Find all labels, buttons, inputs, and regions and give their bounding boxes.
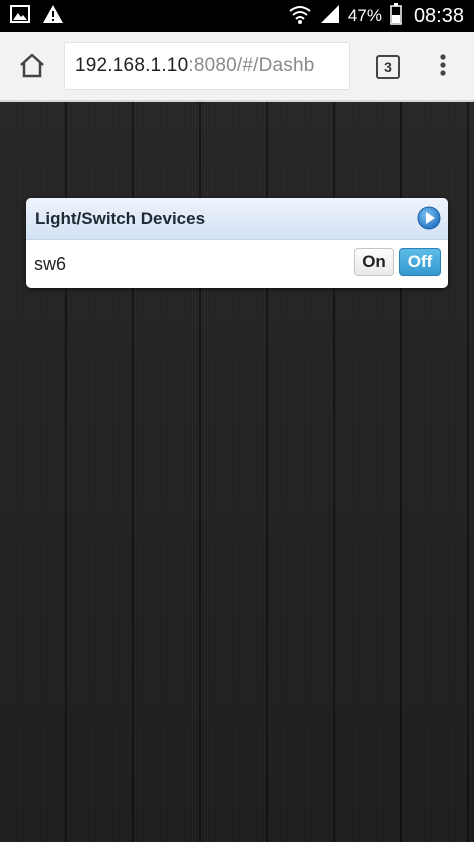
- panel-title: Light/Switch Devices: [35, 208, 206, 228]
- status-left: [10, 4, 64, 29]
- home-button[interactable]: [14, 50, 50, 86]
- light-switch-panel: Light/Switch Devices sw6 On Off: [26, 198, 448, 288]
- off-button[interactable]: Off: [399, 248, 441, 276]
- url-bar[interactable]: 192.168.1.10:8080/#/Dashb: [64, 42, 350, 90]
- panel-header: Light/Switch Devices: [26, 198, 448, 240]
- overflow-menu-button[interactable]: [432, 51, 454, 83]
- image-icon: [10, 4, 30, 28]
- status-right: 47% 08:38: [288, 2, 464, 30]
- battery-icon: [390, 2, 402, 30]
- url-host: 192.168.1.10: [75, 55, 189, 76]
- on-off-toggle: On Off: [354, 248, 441, 276]
- clock: 08:38: [413, 4, 464, 27]
- tab-count: 3: [384, 59, 392, 75]
- home-icon: [18, 52, 46, 85]
- tabs-icon: 3: [376, 55, 400, 79]
- wifi-icon: [288, 4, 312, 29]
- tabs-button[interactable]: 3: [372, 51, 404, 83]
- browser-toolbar: 192.168.1.10:8080/#/Dashb 3: [0, 32, 474, 102]
- status-bar: 47% 08:38: [0, 0, 474, 32]
- play-arrow-icon[interactable]: [417, 206, 441, 230]
- dashboard-background: Light/Switch Devices sw6 On Off: [0, 102, 474, 842]
- device-name: sw6: [34, 253, 67, 274]
- signal-icon: [320, 4, 340, 29]
- warning-icon: [42, 4, 64, 29]
- overflow-menu-icon: [440, 53, 446, 81]
- battery-percent: 47%: [347, 6, 382, 25]
- on-button[interactable]: On: [354, 248, 394, 276]
- device-row: sw6 On Off: [26, 240, 448, 288]
- url-path: :8080/#/Dashb: [188, 55, 315, 76]
